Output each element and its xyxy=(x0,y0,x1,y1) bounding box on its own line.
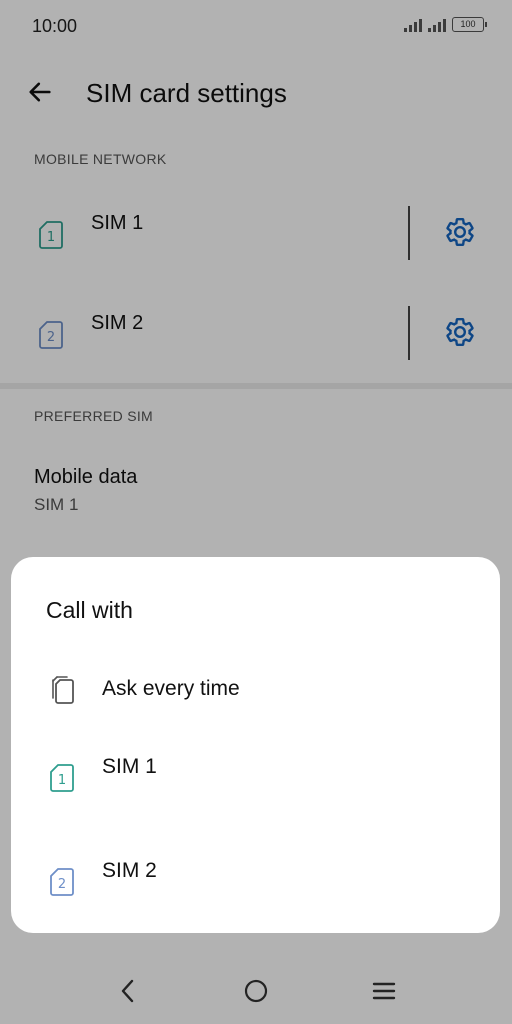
dual-sim-icon xyxy=(52,676,74,704)
sim-1-icon: 1 xyxy=(50,764,74,792)
option-sim-1[interactable]: 1 SIM 1 xyxy=(11,735,500,825)
option-sim-1-label: SIM 1 xyxy=(102,755,157,778)
option-ask-every-time-label: Ask every time xyxy=(102,677,240,700)
dialog-title: Call with xyxy=(46,597,133,623)
settings-screen: 10:00 100 SIM card settings MOBILE NETWO… xyxy=(0,0,512,1024)
option-sim-1-icon-number: 1 xyxy=(58,773,66,788)
call-with-dialog: Call with Ask every time 1 SIM 1 2 SIM 2 xyxy=(11,557,500,933)
option-sim-2-icon-number: 2 xyxy=(58,877,66,892)
option-ask-every-time[interactable]: Ask every time xyxy=(11,645,500,735)
option-sim-2-label: SIM 2 xyxy=(102,859,157,882)
sim-2-icon: 2 xyxy=(50,868,74,896)
option-sim-2[interactable]: 2 SIM 2 xyxy=(11,839,500,929)
